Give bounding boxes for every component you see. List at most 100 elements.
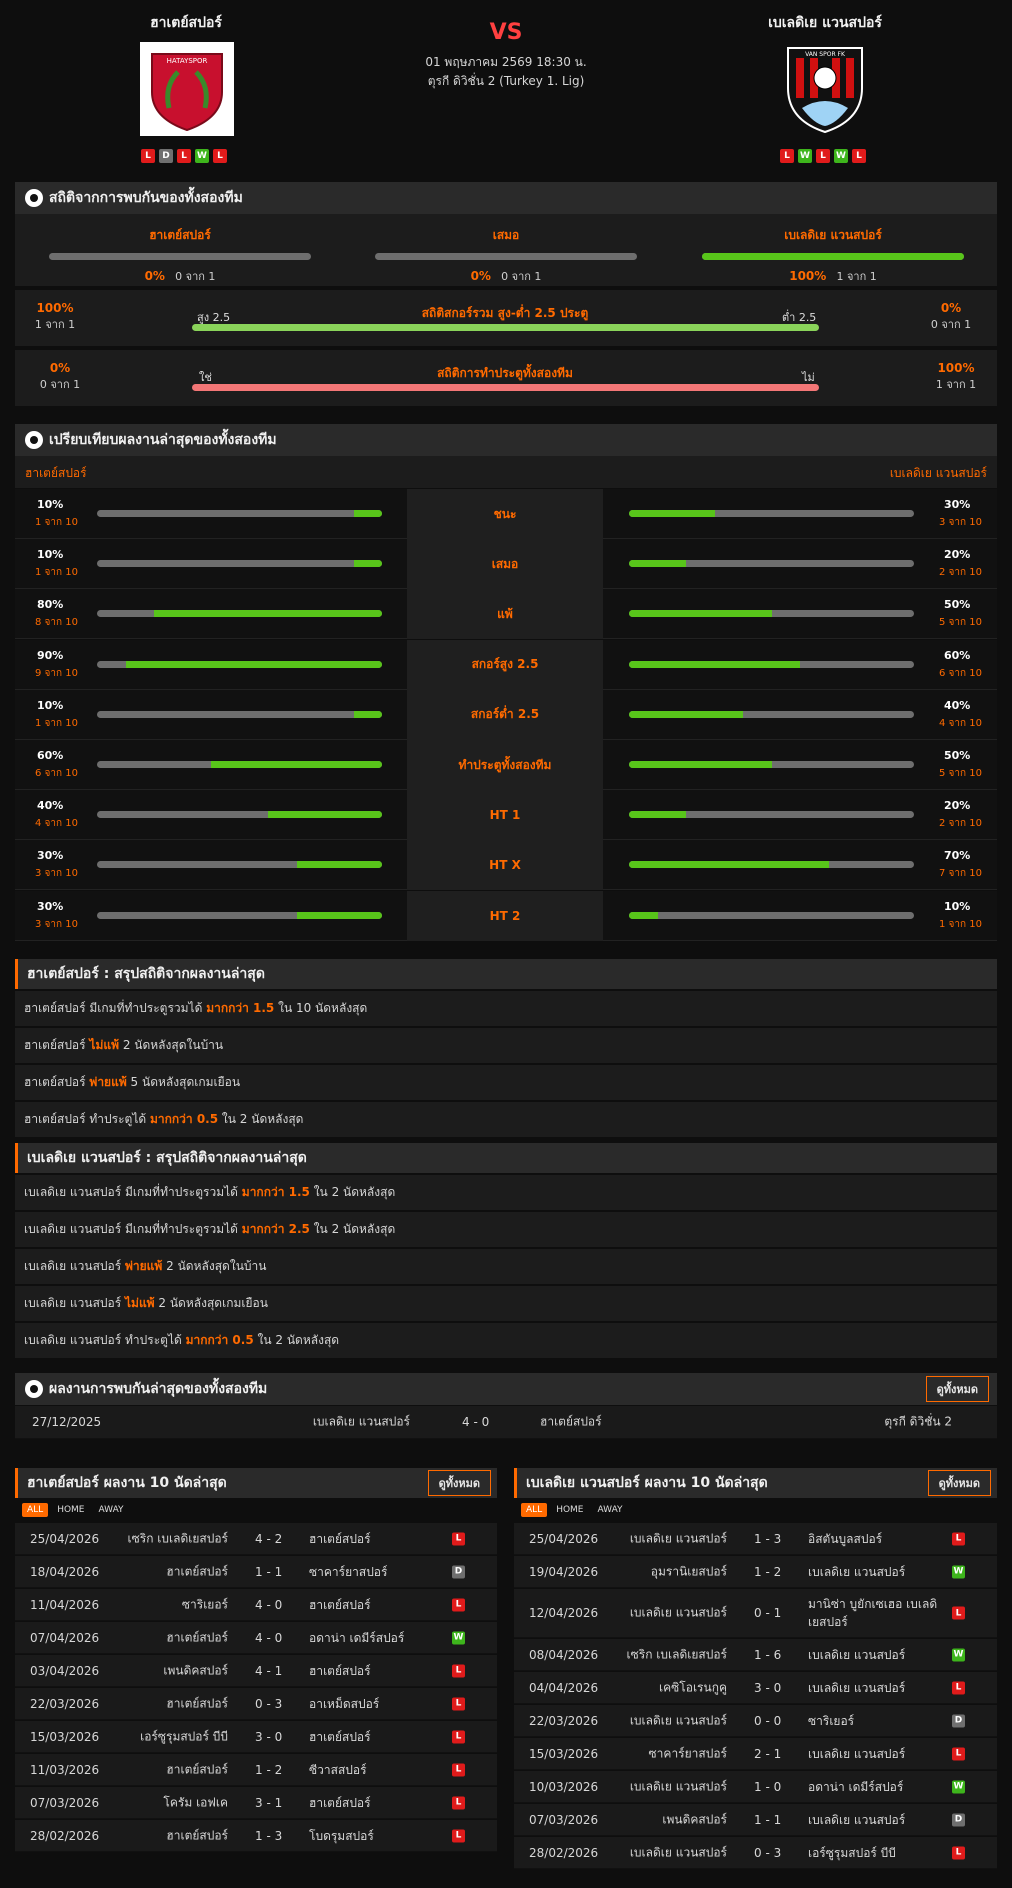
match-row[interactable]: 07/03/2026 เพนดิคสปอร์ 1 - 1 เบเลดิเย แวนสป… (514, 1804, 997, 1836)
compare-label: สกอร์สูง 2.5 (407, 639, 603, 690)
match-row[interactable]: 10/03/2026 เบเลดิเย แวนสปอร์ 1 - 0 อดาน่า เ… (514, 1771, 997, 1803)
home_summary-highlight: ไม่แพ้ (89, 1038, 119, 1052)
compare-row: 30% 3 จาก 10 HT 2 10% 1 จาก 10 (15, 890, 997, 941)
match-row[interactable]: 07/03/2026 โครัม เอฟเค 3 - 1 ฮาเตย์สปอร์ L (15, 1787, 497, 1819)
h2h-result-row[interactable]: 27/12/2025 เบเลดิเย แวนสปอร์ 4 - 0 ฮาเตย์สป… (15, 1406, 997, 1439)
match-away: เบเลดิเย แวนสปอร์ (808, 1812, 906, 1827)
away-form-badges: LWLWL (780, 149, 866, 163)
result-badge: L (952, 1681, 965, 1694)
compare-away-bar (629, 761, 914, 768)
match-score: 4 - 0 (255, 1597, 283, 1612)
match-row[interactable]: 19/04/2026 อุมรานิเยสปอร์ 1 - 2 เบเลดิเย แว… (514, 1556, 997, 1588)
match-away: มานิซ่า บูยักเซเฮอ เบเลดิเยสปอร์ (808, 1597, 938, 1629)
match-away: อิสตันบูลสปอร์ (808, 1531, 883, 1546)
match-row[interactable]: 08/04/2026 เซริก เบเลดิเยสปอร์ 1 - 6 เบเลดิ… (514, 1639, 997, 1671)
away-summary-row: เบเลดิเย แวนสปอร์ ทำประตูได้ มากกว่า 0.5… (15, 1323, 997, 1358)
compare-away-fill (629, 560, 686, 568)
home_summary-text: 5 นัดหลังสุดเกมเยือน (126, 1075, 241, 1089)
compare-home-of: 3 จาก 10 (35, 868, 78, 880)
match-date: 07/03/2026 (30, 1795, 100, 1810)
compare-label: เสมอ (407, 539, 603, 590)
compare-away-bar (629, 861, 914, 869)
match-away: ฮาเตย์สปอร์ (309, 1729, 371, 1744)
compare-home-pct: 90% (37, 648, 64, 662)
away-team-name[interactable]: เบเลดิเย แวนสปอร์ (725, 12, 925, 34)
result-badge: L (452, 1763, 465, 1776)
home-logo-text: HATAYSPOR (167, 57, 208, 65)
compare-home-bar (97, 710, 382, 718)
match-row[interactable]: 11/03/2026 ฮาเตย์สปอร์ 1 - 2 ซีวาสสปอร์ L (15, 1754, 497, 1786)
match-row[interactable]: 25/04/2026 เซริก เบเลดิเยสปอร์ 4 - 2 ฮาเตย์… (15, 1523, 497, 1555)
compare-home-of: 6 จาก 10 (35, 768, 78, 779)
match-date: 04/04/2026 (529, 1680, 599, 1695)
away-last10-tabs: ALL HOME AWAY (521, 1503, 628, 1517)
match-away: ซาริเยอร์ (808, 1713, 855, 1728)
tab-home[interactable]: HOME (52, 1503, 89, 1517)
h2h-result-away: ฮาเตย์สปอร์ (540, 1414, 602, 1429)
compare-row: 80% 8 จาก 10 แพ้ 50% 5 จาก 10 (15, 589, 997, 640)
compare-home-bar (97, 911, 382, 919)
home-last10-view-all-button[interactable]: ดูทั้งหมด (427, 1470, 491, 1496)
tab-home[interactable]: HOME (551, 1503, 588, 1517)
home-form-badge: L (141, 149, 155, 163)
match-score: 3 - 0 (754, 1680, 782, 1695)
match-row[interactable]: 22/03/2026 ฮาเตย์สปอร์ 0 - 3 อาเหม็ดสปอร์ L (15, 1688, 497, 1720)
compare-away-of: 4 จาก 10 (939, 717, 982, 729)
away_summary-text: 2 นัดหลังสุดเกมเยือน (154, 1296, 268, 1310)
tab-away[interactable]: AWAY (94, 1503, 129, 1517)
home-form-badge: W (195, 149, 209, 163)
h2h-away-fill (702, 253, 964, 260)
match-home: เบเลดิเย แวนสปอร์ (629, 1845, 727, 1859)
away_summary-highlight: พ่ายแพ้ (125, 1259, 163, 1273)
match-row[interactable]: 18/04/2026 ฮาเตย์สปอร์ 1 - 1 ซาคาร์ยาสปอร์ D (15, 1556, 497, 1588)
match-away: ฮาเตย์สปอร์ (309, 1795, 371, 1810)
match-row[interactable]: 11/04/2026 ซาริเยอร์ 4 - 0 ฮาเตย์สปอร์ L (15, 1589, 497, 1621)
match-date: 25/04/2026 (30, 1531, 100, 1546)
compare-label: HT X (407, 840, 603, 891)
match-row[interactable]: 07/04/2026 ฮาเตย์สปอร์ 4 - 0 อดาน่า เดมีร์ส… (15, 1622, 497, 1654)
match-row[interactable]: 22/03/2026 เบเลดิเย แวนสปอร์ 0 - 0 ซาริเยอร… (514, 1705, 997, 1737)
compare-away-bar (629, 811, 914, 819)
h2h-away-pct: 100% (789, 269, 827, 283)
away-form-badge: L (780, 149, 794, 163)
result-badge: L (452, 1730, 465, 1743)
home-team-logo[interactable]: HATAYSPOR (140, 42, 234, 136)
home_summary-highlight: มากกว่า 0.5 (150, 1112, 219, 1126)
away-team-logo[interactable]: VAN SPOR FK (778, 42, 872, 136)
h2h-result-date: 27/12/2025 (32, 1415, 102, 1429)
away-last10-view-all-button[interactable]: ดูทั้งหมด (927, 1470, 991, 1496)
match-row[interactable]: 15/03/2026 ซาคาร์ยาสปอร์ 2 - 1 เบเลดิเย แวน… (514, 1738, 997, 1770)
h2h-view-all-button[interactable]: ดูทั้งหมด (925, 1376, 989, 1402)
match-row[interactable]: 04/04/2026 เคซิโอเรนกูคู 3 - 0 เบเลดิเย แวน… (514, 1672, 997, 1704)
compare-away-fill (629, 861, 829, 869)
home_summary-text: ใน 10 นัดหลังสุด (274, 1001, 368, 1015)
home-last10-title: ฮาเตย์สปอร์ ผลงาน 10 นัดล่าสุด (27, 1475, 227, 1491)
match-row[interactable]: 15/03/2026 เอร์ซูรุมสปอร์ บีบี 3 - 0 ฮาเตย์… (15, 1721, 497, 1753)
h2h-home-pct: 0% (144, 269, 165, 283)
h2h-away-label: เบเลดิเย แวนสปอร์ (784, 228, 882, 242)
match-row[interactable]: 25/04/2026 เบเลดิเย แวนสปอร์ 1 - 3 อิสตันบู… (514, 1523, 997, 1555)
match-home: ซาคาร์ยาสปอร์ (648, 1746, 727, 1760)
away_summary-highlight: มากกว่า 0.5 (185, 1333, 254, 1347)
match-row[interactable]: 03/04/2026 เพนดิคสปอร์ 4 - 1 ฮาเตย์สปอร์ L (15, 1655, 497, 1687)
away-form-badge: L (852, 149, 866, 163)
match-date: 25/04/2026 (529, 1531, 599, 1546)
btts-box: 0% 0 จาก 1 ใช่ สถิติการทำประตูทั้งสองทีม … (15, 350, 997, 406)
match-row[interactable]: 28/02/2026 เบเลดิเย แวนสปอร์ 0 - 3 เอร์ซูรุ… (514, 1837, 997, 1869)
compare-home-pct: 10% (37, 498, 64, 511)
compare-home-pct: 10% (37, 698, 64, 712)
match-home: เบเลดิเย แวนสปอร์ (629, 1605, 727, 1620)
match-row[interactable]: 12/04/2026 เบเลดิเย แวนสปอร์ 0 - 1 มานิซ่า … (514, 1589, 997, 1638)
compare-away-of: 6 จาก 10 (939, 667, 982, 679)
compare-home-bar (97, 861, 382, 869)
tab-all[interactable]: ALL (521, 1503, 548, 1517)
home-summary-header: ฮาเตย์สปอร์ : สรุปสถิติจากผลงานล่าสุด (15, 959, 997, 989)
tab-all[interactable]: ALL (22, 1503, 49, 1517)
home_summary-text: ฮาเตย์สปอร์ มีเกมที่ทำประตูรวมได้ (24, 1001, 207, 1015)
home_summary-highlight: พ่ายแพ้ (89, 1075, 127, 1089)
result-badge: W (952, 1648, 965, 1661)
tab-away[interactable]: AWAY (593, 1503, 628, 1517)
home-team-name[interactable]: ฮาเตย์สปอร์ (86, 12, 286, 34)
match-score: 0 - 1 (754, 1606, 782, 1620)
match-row[interactable]: 28/02/2026 ฮาเตย์สปอร์ 1 - 3 โบดรุมสปอร์ L (15, 1820, 497, 1852)
